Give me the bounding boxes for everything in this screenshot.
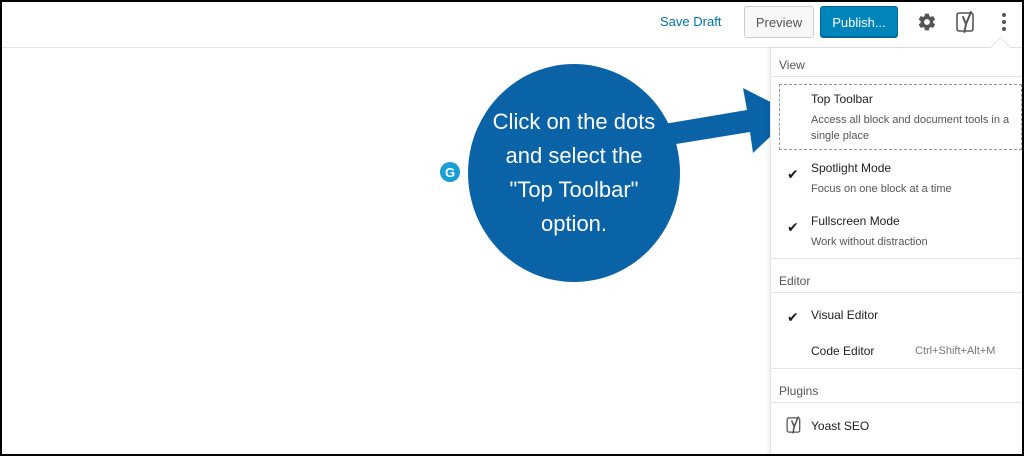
top-toolbar-description: Access all block and document tools in a… (811, 114, 1010, 142)
gear-icon[interactable] (917, 12, 937, 32)
instruction-callout: Click on the dots and select the "Top To… (468, 64, 680, 282)
more-menu-dropdown: View Top Toolbar Access all block and do… (770, 48, 1022, 454)
editor-frame: Save Draft Preview Publish... G Click on… (0, 0, 1024, 456)
more-vertical-icon[interactable] (997, 10, 1011, 38)
yoast-seo-label[interactable]: Yoast SEO (811, 419, 869, 433)
top-toolbar-label: Top Toolbar (811, 92, 873, 106)
spotlight-mode-label[interactable]: Spotlight Mode (811, 161, 891, 175)
preview-button[interactable]: Preview (744, 6, 814, 38)
spotlight-mode-description: Focus on one block at a time (811, 183, 952, 195)
visual-editor-label[interactable]: Visual Editor (811, 308, 878, 322)
publish-button[interactable]: Publish... (820, 6, 898, 38)
grammarly-icon[interactable]: G (440, 162, 460, 182)
editor-section-title: Editor (779, 274, 811, 288)
fullscreen-mode-description: Work without distraction (811, 236, 928, 248)
check-icon: ✔ (787, 309, 799, 325)
yoast-icon[interactable] (955, 8, 979, 36)
top-header-bar: Save Draft Preview Publish... (2, 2, 1022, 48)
save-draft-link[interactable]: Save Draft (660, 14, 721, 29)
yoast-icon (786, 416, 801, 434)
code-editor-shortcut: Ctrl+Shift+Alt+M (915, 345, 996, 357)
view-section-title: View (779, 58, 805, 72)
fullscreen-mode-label[interactable]: Fullscreen Mode (811, 214, 900, 228)
plugins-section-title: Plugins (779, 384, 819, 398)
code-editor-label[interactable]: Code Editor (811, 344, 874, 358)
check-icon: ✔ (787, 166, 799, 182)
callout-text: Click on the dots and select the "Top To… (492, 109, 656, 236)
check-icon: ✔ (787, 219, 799, 235)
